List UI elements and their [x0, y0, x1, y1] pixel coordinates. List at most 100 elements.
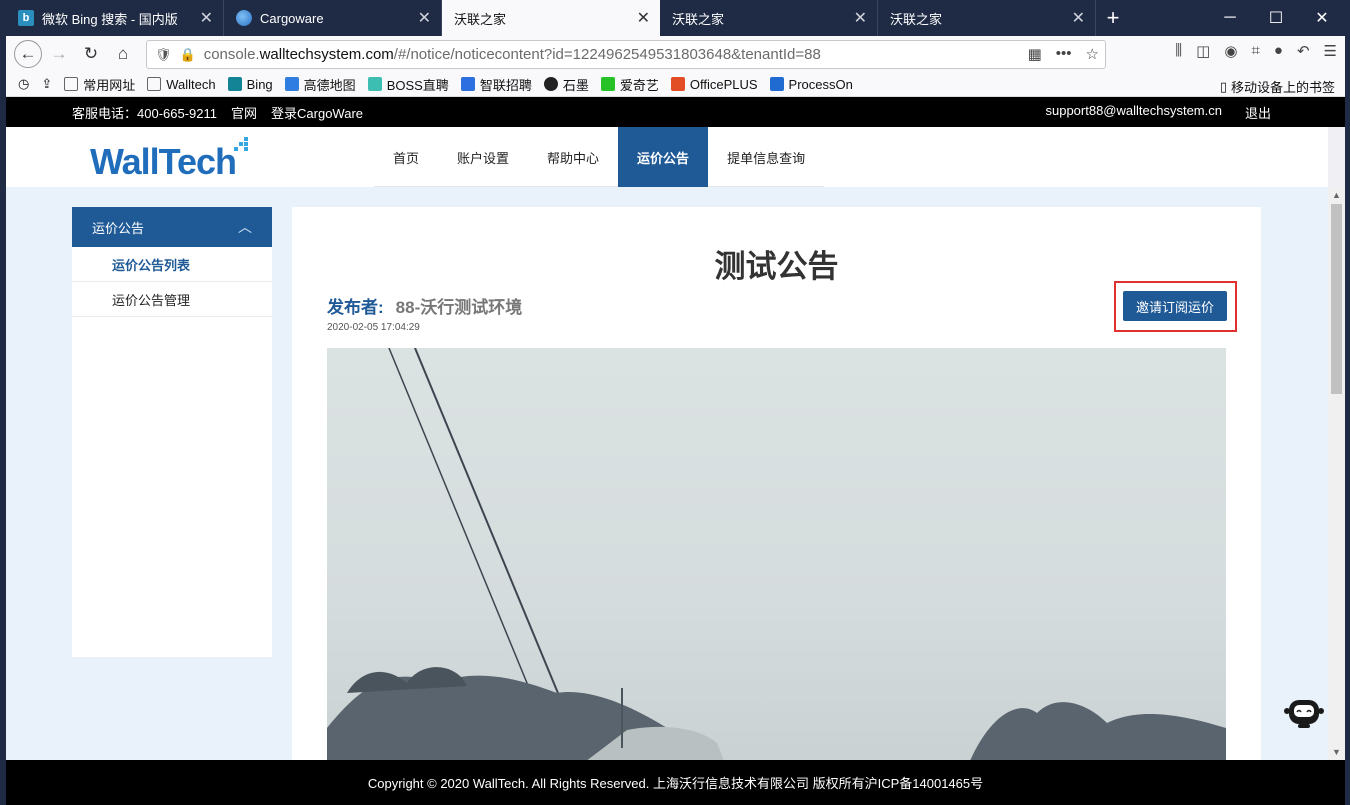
- more-actions-icon[interactable]: •••: [1056, 45, 1072, 63]
- site-topbar: 客服电话：400-665-9211 官网 登录CargoWare support…: [6, 97, 1345, 127]
- bookmarks-toolbar: ◷ ⇪ 常用网址 Walltech Bing 高德地图 BOSS直聘 智联招聘 …: [6, 72, 1345, 97]
- url-prefix: console.: [203, 46, 260, 63]
- boss-icon: [367, 77, 382, 91]
- shimo-icon: [543, 77, 558, 91]
- upload-icon[interactable]: ⇪: [41, 76, 52, 92]
- menu-item-bill-query[interactable]: 提单信息查询: [708, 127, 824, 187]
- qr-code-icon[interactable]: ▦: [1028, 45, 1042, 63]
- close-tab-icon[interactable]: ✕: [637, 8, 650, 28]
- publisher-row: 发布者: 88-沃行测试环境: [327, 293, 522, 318]
- invite-subscribe-button[interactable]: 邀请订阅运价: [1123, 291, 1227, 321]
- close-window-icon[interactable]: ✕: [1299, 0, 1345, 36]
- sidebar-header[interactable]: 运价公告 ︿: [72, 207, 272, 247]
- sidebar-item-rate-notice-manage[interactable]: 运价公告管理: [72, 282, 272, 317]
- sidebar-icon[interactable]: ◫: [1196, 42, 1210, 60]
- notice-image: [327, 348, 1226, 760]
- main-menu: 首页 账户设置 帮助中心 运价公告 提单信息查询: [374, 127, 825, 187]
- official-site-link[interactable]: 官网: [231, 103, 257, 122]
- chat-robot-icon[interactable]: [1282, 697, 1326, 729]
- scroll-up-icon[interactable]: ▲: [1332, 190, 1341, 200]
- history-icon[interactable]: ◷: [18, 76, 29, 92]
- bookmark-item[interactable]: 高德地图: [284, 75, 356, 94]
- bing-favicon-icon: b: [18, 10, 34, 26]
- page-scrollbar[interactable]: ▲ ▼: [1328, 187, 1345, 760]
- bookmark-item[interactable]: 常用网址: [64, 75, 135, 94]
- close-tab-icon[interactable]: ✕: [418, 8, 431, 28]
- service-phone: 客服电话：400-665-9211: [72, 105, 217, 121]
- bookmark-item[interactable]: ProcessOn: [769, 77, 853, 92]
- folder-icon: [147, 77, 162, 91]
- tab-strip: b 微软 Bing 搜索 - 国内版 ✕ Cargoware ✕ 沃联之家 ✕ …: [6, 0, 1345, 36]
- url-path: /#/notice/noticecontent?id=1224962549531…: [393, 46, 821, 63]
- user-email: support88@walltechsystem.cn: [1045, 102, 1222, 118]
- maximize-icon[interactable]: ☐: [1253, 0, 1299, 36]
- new-tab-button[interactable]: +: [1096, 0, 1130, 36]
- site-footer: Copyright © 2020 WallTech. All Rights Re…: [6, 760, 1345, 805]
- shield-icon[interactable]: 🛡: [155, 47, 172, 63]
- url-domain: walltechsystem.com: [259, 46, 394, 63]
- menu-hamburger-icon[interactable]: ☰: [1324, 42, 1337, 60]
- account-icon[interactable]: ◉: [1224, 42, 1237, 60]
- tab-label: 沃联之家: [890, 11, 943, 27]
- bing-icon: [227, 77, 242, 91]
- highlight-box: 邀请订阅运价: [1114, 281, 1237, 332]
- chevron-up-icon[interactable]: ︿: [238, 217, 252, 237]
- mobile-bookmarks[interactable]: ▯ 移动设备上的书签: [1220, 77, 1335, 96]
- amap-icon: [284, 77, 299, 91]
- scrollbar-thumb[interactable]: [1331, 204, 1342, 394]
- logout-link[interactable]: 退出: [1245, 103, 1271, 122]
- close-tab-icon[interactable]: ✕: [200, 8, 213, 28]
- toolbar-right: ⫼ ◫ ◉ ⌗ ● ↶ ☰: [1175, 42, 1337, 60]
- chat-icon[interactable]: ●: [1274, 42, 1283, 60]
- tab-active-walltech-home[interactable]: 沃联之家 ✕: [442, 0, 660, 36]
- forward-arrow-icon[interactable]: →: [44, 39, 74, 69]
- menu-item-help-center[interactable]: 帮助中心: [528, 127, 618, 187]
- tab-label: 微软 Bing 搜索 - 国内版: [42, 11, 178, 27]
- tab-label: Cargoware: [260, 10, 324, 26]
- bookmark-item[interactable]: 爱奇艺: [600, 75, 659, 94]
- login-cargoware-link[interactable]: 登录CargoWare: [271, 103, 363, 122]
- bookmark-item[interactable]: BOSS直聘: [367, 75, 449, 94]
- bookmark-item[interactable]: 石墨: [543, 75, 589, 94]
- home-icon[interactable]: ⌂: [108, 39, 138, 69]
- sidebar-item-rate-notice-list[interactable]: 运价公告列表: [72, 247, 272, 282]
- menu-item-rate-notice[interactable]: 运价公告: [618, 127, 709, 187]
- address-bar-actions: ▦ ••• ☆: [1028, 45, 1099, 63]
- close-tab-icon[interactable]: ✕: [1072, 8, 1085, 28]
- processon-icon: [769, 77, 784, 91]
- undo-icon[interactable]: ↶: [1297, 42, 1310, 60]
- publish-date: 2020-02-05 17:04:29: [327, 322, 420, 333]
- officeplus-icon: [670, 77, 685, 91]
- mobile-device-icon: ▯: [1219, 78, 1227, 94]
- bookmark-item[interactable]: 智联招聘: [460, 75, 532, 94]
- iqiyi-icon: [600, 77, 615, 91]
- tab-cargoware[interactable]: Cargoware ✕: [224, 0, 442, 36]
- close-tab-icon[interactable]: ✕: [854, 8, 867, 28]
- walltech-logo[interactable]: WallTech: [90, 137, 249, 183]
- bookmark-item[interactable]: Bing: [227, 77, 273, 92]
- menu-item-home[interactable]: 首页: [374, 127, 438, 187]
- notice-panel: 测试公告 发布者: 88-沃行测试环境 2020-02-05 17:04:29 邀…: [292, 207, 1261, 760]
- minimize-icon[interactable]: ─: [1207, 0, 1253, 36]
- address-bar[interactable]: 🛡 🔒 console. walltechsystem.com/#/notice/…: [146, 40, 1106, 69]
- insecure-lock-icon[interactable]: 🔒: [180, 47, 196, 63]
- publisher-label: 发布者:: [327, 298, 384, 317]
- browser-window: b 微软 Bing 搜索 - 国内版 ✕ Cargoware ✕ 沃联之家 ✕ …: [6, 0, 1345, 805]
- back-arrow-icon[interactable]: ←: [14, 40, 42, 68]
- screenshot-icon[interactable]: ⌗: [1251, 42, 1259, 60]
- bookmark-item[interactable]: OfficePLUS: [670, 77, 758, 92]
- reload-icon[interactable]: ↻: [76, 39, 106, 69]
- navigation-bar: ← → ↻ ⌂ 🛡 🔒 console. walltechsystem.com/#…: [6, 36, 1345, 72]
- tab-walltech-home-2[interactable]: 沃联之家 ✕: [660, 0, 878, 36]
- menu-item-account-settings[interactable]: 账户设置: [438, 127, 528, 187]
- scroll-down-icon[interactable]: ▼: [1332, 747, 1341, 757]
- library-icon[interactable]: ⫼: [1175, 42, 1182, 60]
- notice-title: 测试公告: [714, 249, 839, 284]
- folder-icon: [64, 77, 79, 91]
- tab-bing[interactable]: b 微软 Bing 搜索 - 国内版 ✕: [6, 0, 224, 36]
- bookmark-item[interactable]: Walltech: [147, 77, 216, 92]
- publisher-name: 88-沃行测试环境: [395, 298, 523, 317]
- tab-walltech-home-3[interactable]: 沃联之家 ✕: [878, 0, 1096, 36]
- site-header: WallTech 首页 账户设置 帮助中心 运价公告 提单信息查询: [6, 127, 1328, 187]
- bookmark-star-icon[interactable]: ☆: [1086, 45, 1099, 63]
